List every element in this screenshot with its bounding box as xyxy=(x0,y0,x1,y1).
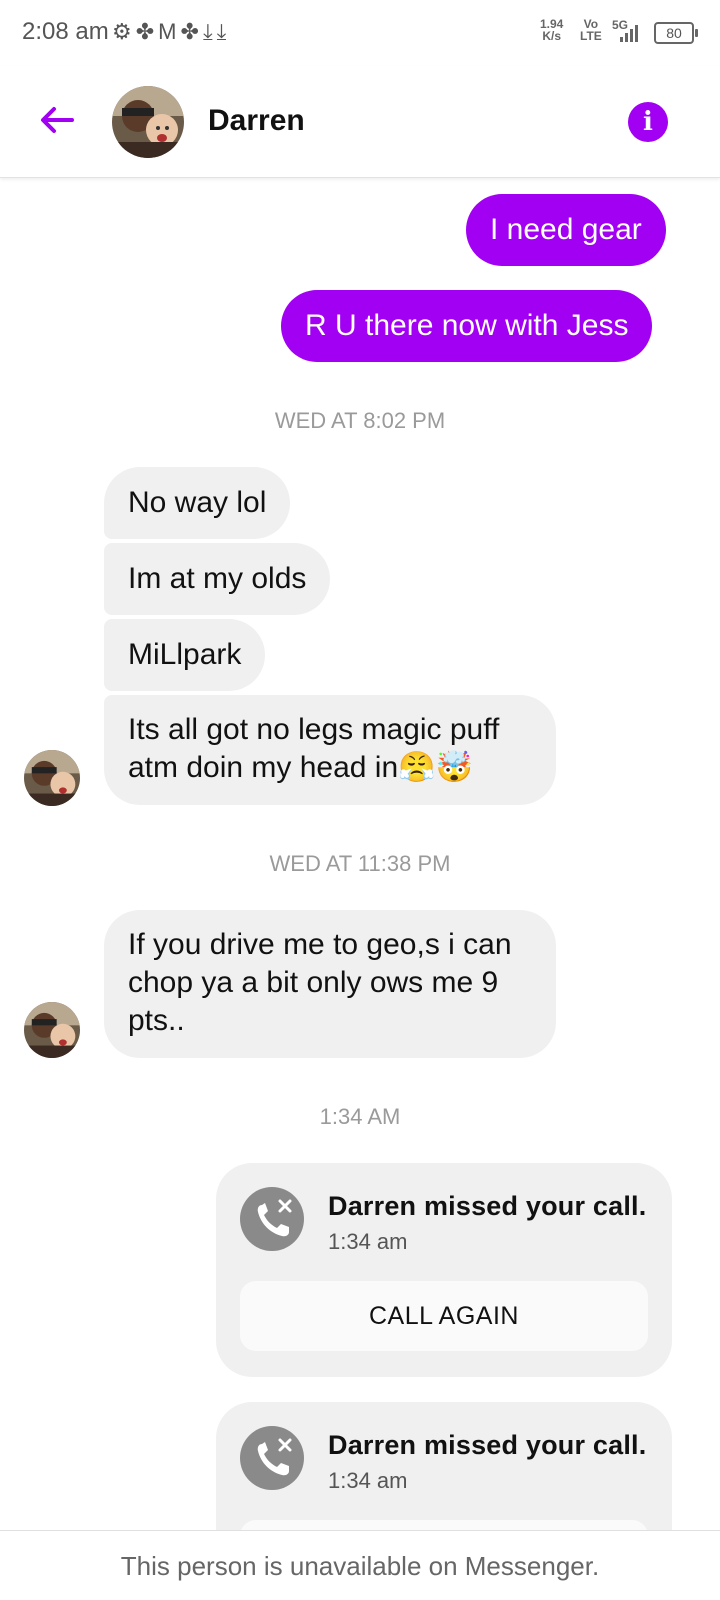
missed-call-title: Darren missed your call. xyxy=(328,1191,647,1221)
download-icon: ⤓ xyxy=(216,19,227,44)
pinwheel-icon: ✤ xyxy=(180,19,199,44)
missed-call-time: 1:34 am xyxy=(328,1229,408,1254)
gmail-icon: M xyxy=(158,19,177,44)
call-again-button[interactable] xyxy=(240,1520,648,1530)
signal-icon xyxy=(620,24,638,42)
network-speed: 1.94 K/s xyxy=(540,17,564,43)
missed-call-time: 1:34 am xyxy=(328,1468,408,1493)
contact-name[interactable]: Darren xyxy=(208,104,305,138)
missed-call-icon xyxy=(240,1187,304,1251)
settings-icon: ⚙ xyxy=(112,19,132,44)
pinwheel-icon: ✤ xyxy=(135,19,155,44)
timestamp-divider: WED AT 8:02 PM xyxy=(274,408,446,433)
incoming-message[interactable]: No way lol xyxy=(104,467,291,539)
unavailable-notice: This person is unavailable on Messenger. xyxy=(0,1530,720,1600)
missed-call-card: Darren missed your call. 1:34 am CALL AG… xyxy=(216,1163,672,1377)
battery-icon: 80 xyxy=(654,22,698,44)
sender-avatar[interactable] xyxy=(24,750,80,806)
outgoing-message[interactable]: I need gear xyxy=(466,194,666,266)
incoming-message[interactable]: Im at my olds xyxy=(104,543,331,615)
steam-face-emoji: 😤 xyxy=(398,751,436,784)
back-arrow-icon[interactable] xyxy=(32,96,82,146)
timestamp-divider: 1:34 AM xyxy=(319,1104,401,1129)
missed-call-title: Darren missed your call. xyxy=(328,1430,647,1460)
conversation-header: Darren i xyxy=(0,66,720,178)
timestamp-divider: WED AT 11:38 PM xyxy=(269,851,451,876)
info-icon[interactable]: i xyxy=(628,102,668,142)
volte-indicator: Vo LTE xyxy=(580,17,602,43)
incoming-message[interactable]: If you drive me to geo,s i can chop ya a… xyxy=(104,910,556,1058)
contact-avatar[interactable] xyxy=(112,86,184,158)
incoming-message[interactable]: Its all got no legs magic puff atm doin … xyxy=(104,695,556,805)
status-bar: 2:08 am ⚙ ✤ M ✤ ⤓ ⤓ 1.94 K/s Vo LTE 5G 8… xyxy=(0,0,720,66)
exploding-head-emoji: 🤯 xyxy=(435,751,473,784)
status-notification-icons: ⚙ ✤ M ✤ ⤓ ⤓ xyxy=(112,19,226,45)
missed-call-card: Darren missed your call. 1:34 am xyxy=(216,1402,672,1530)
sender-avatar[interactable] xyxy=(24,1002,80,1058)
download-icon: ⤓ xyxy=(202,19,213,44)
status-time: 2:08 am xyxy=(22,18,109,45)
call-again-button[interactable]: CALL AGAIN xyxy=(240,1281,648,1351)
outgoing-message[interactable]: R U there now with Jess xyxy=(281,290,653,362)
missed-call-icon xyxy=(240,1426,304,1490)
incoming-message[interactable]: MiLlpark xyxy=(104,619,266,691)
